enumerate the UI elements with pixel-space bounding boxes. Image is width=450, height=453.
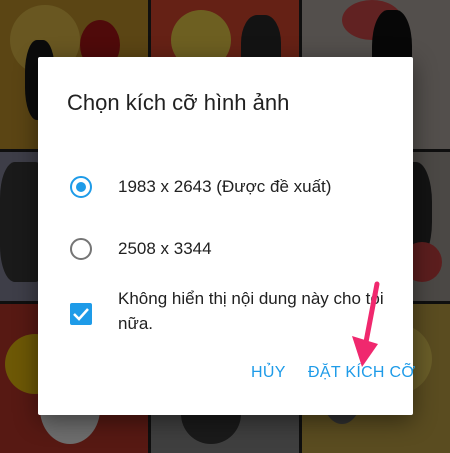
size-option-label: 1983 x 2643 (Được đề xuất)	[118, 177, 332, 196]
annotation-arrow-icon	[352, 281, 380, 367]
screen: Chọn kích cỡ hình ảnh 1983 x 2643 (Được …	[0, 0, 450, 453]
size-option-large[interactable]: 2508 x 3344	[70, 235, 212, 263]
dialog-title: Chọn kích cỡ hình ảnh	[67, 90, 290, 115]
size-option-recommended[interactable]: 1983 x 2643 (Được đề xuất)	[70, 173, 331, 201]
radio-selected-icon[interactable]	[70, 176, 92, 198]
cancel-button[interactable]: HỦY	[251, 364, 286, 382]
checkbox-checked-icon[interactable]	[70, 303, 92, 325]
size-option-label: 2508 x 3344	[118, 239, 212, 258]
radio-unselected-icon[interactable]	[70, 238, 92, 260]
